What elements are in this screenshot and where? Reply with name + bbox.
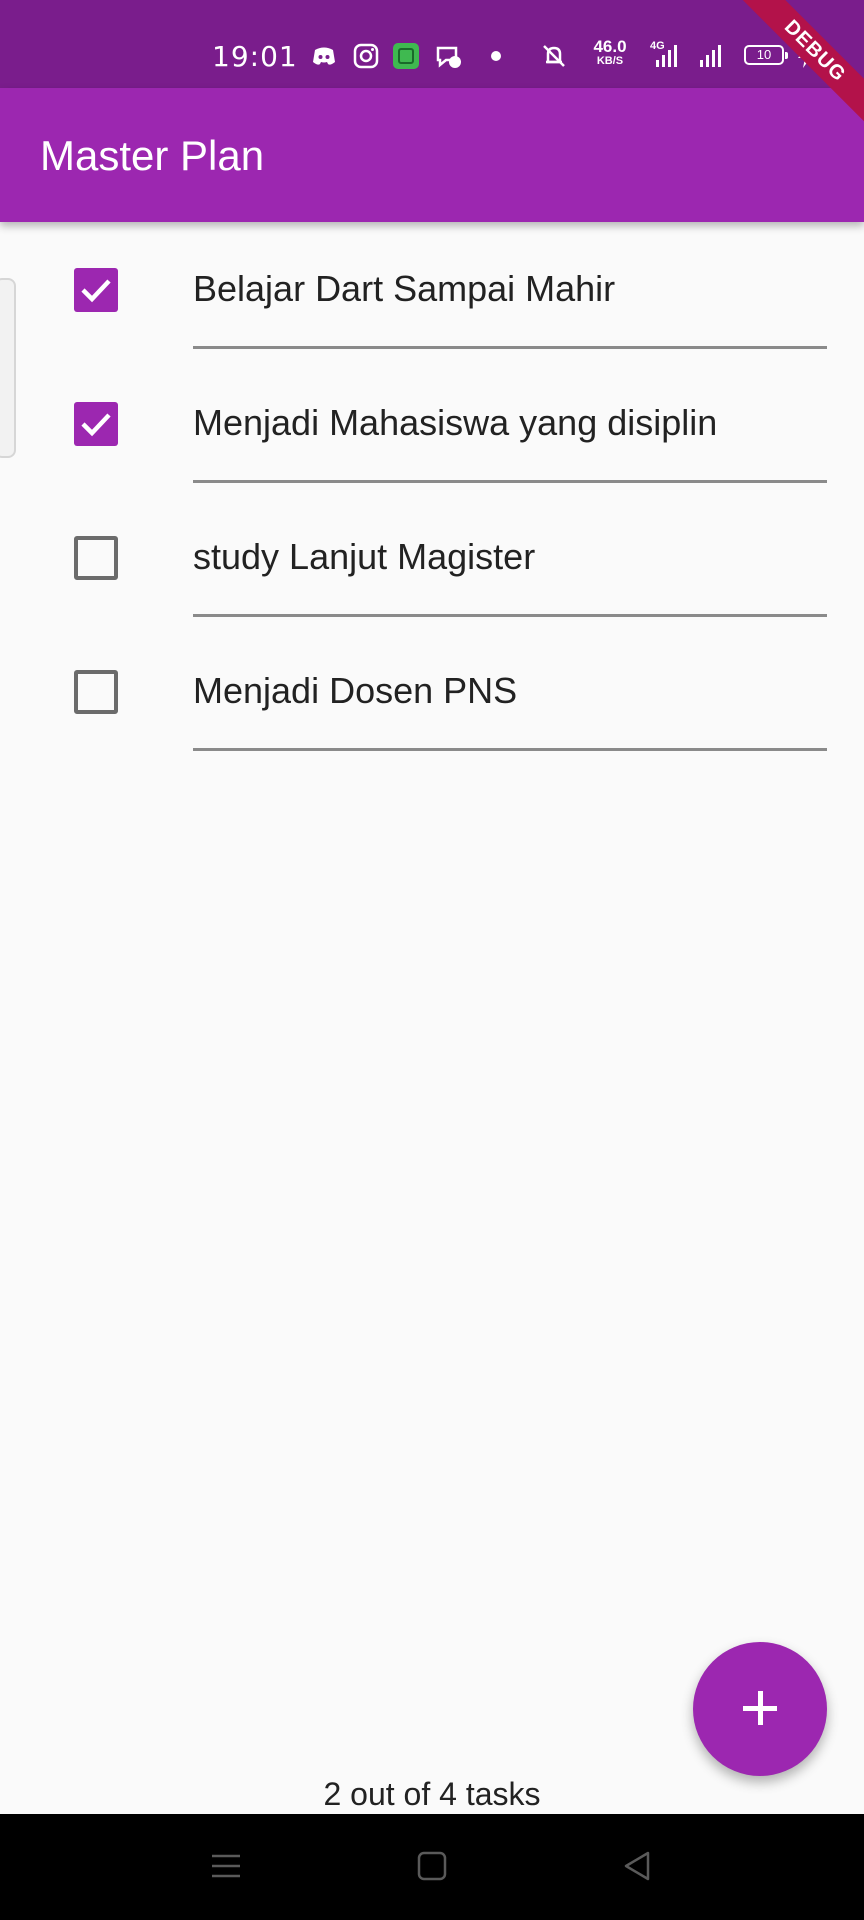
task-list: Belajar Dart Sampai Mahir Menjadi Mahasi… xyxy=(0,222,864,758)
mute-icon xyxy=(543,45,565,67)
dot-icon xyxy=(491,51,501,61)
task-checkbox[interactable] xyxy=(74,268,118,312)
status-time: 19:01 xyxy=(212,40,298,73)
signal-icon xyxy=(656,45,677,67)
app-icon xyxy=(393,43,419,69)
add-task-button[interactable] xyxy=(693,1642,827,1776)
page-title: Master Plan xyxy=(40,132,265,179)
system-nav-bar xyxy=(0,1814,864,1920)
status-bar: 19:01 46.0 KB/S 4G 10 xyxy=(0,0,864,88)
network-speed: 46.0 KB/S xyxy=(588,37,632,68)
task-text-field[interactable]: Belajar Dart Sampai Mahir xyxy=(193,268,615,310)
battery-icon: 10 xyxy=(744,45,788,65)
list-item: Belajar Dart Sampai Mahir xyxy=(0,222,864,356)
list-item: Menjadi Dosen PNS xyxy=(0,624,864,758)
task-checkbox[interactable] xyxy=(74,402,118,446)
list-item: study Lanjut Magister xyxy=(0,490,864,624)
back-icon[interactable] xyxy=(620,1848,656,1884)
text-field-underline xyxy=(193,346,827,349)
task-text-field[interactable]: Menjadi Mahasiswa yang disiplin xyxy=(193,402,717,444)
home-icon[interactable] xyxy=(414,1848,450,1884)
charging-icon xyxy=(798,44,814,68)
task-checkbox[interactable] xyxy=(74,670,118,714)
signal-icon xyxy=(700,45,721,67)
screen: 19:01 46.0 KB/S 4G 10 DEBUG Master Plan … xyxy=(0,0,864,1920)
task-text-field[interactable]: study Lanjut Magister xyxy=(193,536,535,578)
task-count-text: 2 out of 4 tasks xyxy=(323,1776,541,1812)
text-field-underline xyxy=(193,480,827,483)
task-text-field[interactable]: Menjadi Dosen PNS xyxy=(193,670,517,712)
menu-icon[interactable] xyxy=(208,1848,244,1884)
network-speed-unit: KB/S xyxy=(596,55,624,67)
task-checkbox[interactable] xyxy=(74,536,118,580)
text-field-underline xyxy=(193,748,827,751)
check-icon xyxy=(81,279,111,303)
check-icon xyxy=(81,413,111,437)
app-bar: Master Plan xyxy=(0,88,864,222)
text-field-underline xyxy=(193,614,827,617)
list-item: Menjadi Mahasiswa yang disiplin xyxy=(0,356,864,490)
network-speed-value: 46.0 xyxy=(593,37,627,56)
discord-icon xyxy=(313,47,335,65)
messenger-icon xyxy=(436,46,461,68)
instagram-icon xyxy=(353,43,379,69)
